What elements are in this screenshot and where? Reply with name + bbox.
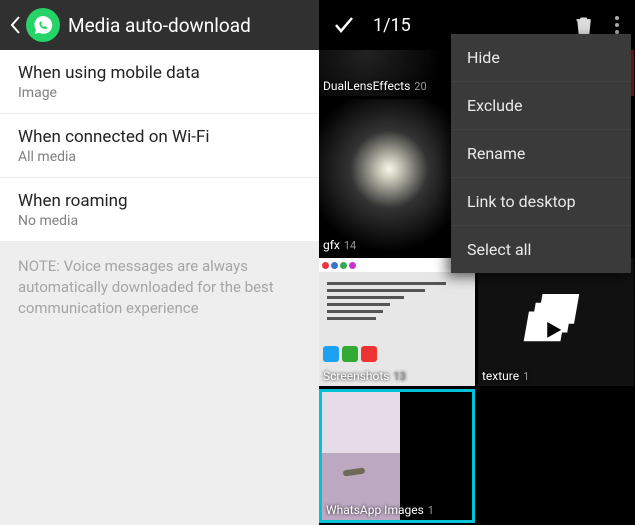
tab-dot-icon — [322, 262, 329, 269]
settings-note: NOTE: Voice messages are always automati… — [0, 242, 319, 333]
setting-mobile-data[interactable]: When using mobile data Image — [0, 50, 319, 114]
back-icon[interactable] — [6, 0, 24, 50]
overflow-menu-icon[interactable] — [605, 16, 629, 34]
screenshot-body — [319, 272, 475, 330]
album-count: 1 — [523, 370, 529, 383]
album-screenshots[interactable]: Screenshots 13 — [319, 258, 475, 386]
setting-wifi[interactable]: When connected on Wi-Fi All media — [0, 114, 319, 178]
album-label: gfx 14 — [323, 238, 356, 252]
menu-item-hide[interactable]: Hide — [451, 34, 631, 81]
setting-title: When using mobile data — [18, 63, 301, 83]
tab-dot-icon — [349, 262, 356, 269]
album-label: WhatsApp Images 1 — [326, 503, 434, 517]
context-menu: Hide Exclude Rename Link to desktop Sele… — [451, 34, 631, 273]
album-whatsapp-images-selected[interactable]: WhatsApp Images 1 — [319, 389, 475, 523]
album-name: texture — [482, 369, 519, 383]
delete-icon[interactable] — [569, 14, 599, 36]
tab-dot-icon — [340, 262, 347, 269]
setting-title: When roaming — [18, 191, 301, 211]
app-icon — [342, 346, 358, 362]
album-label: DualLensEffects 20 — [323, 79, 427, 93]
page-title: Media auto-download — [68, 14, 251, 37]
app-icon — [323, 346, 339, 362]
album-label: Screenshots 13 — [323, 369, 406, 383]
gallery-pane: 1/15 RADIO ROMAN DualLensEffects 20 — [319, 0, 635, 525]
whatsapp-header: Media auto-download — [0, 0, 319, 50]
album-name: DualLensEffects — [323, 79, 410, 93]
tab-dot-icon — [331, 262, 338, 269]
play-stack-icon — [521, 287, 591, 357]
album-name: Screenshots — [323, 369, 389, 383]
album-count: 14 — [344, 239, 356, 252]
whatsapp-settings-pane: Media auto-download When using mobile da… — [0, 0, 319, 525]
menu-item-link[interactable]: Link to desktop — [451, 177, 631, 225]
album-name: gfx — [323, 238, 340, 252]
album-count: 1 — [428, 504, 434, 517]
menu-item-rename[interactable]: Rename — [451, 129, 631, 177]
album-label: texture 1 — [482, 369, 529, 383]
album-count: 20 — [414, 80, 426, 93]
settings-list: When using mobile data Image When connec… — [0, 50, 319, 242]
setting-title: When connected on Wi-Fi — [18, 127, 301, 147]
app-icon — [361, 346, 377, 362]
setting-subtitle: All media — [18, 149, 301, 165]
setting-roaming[interactable]: When roaming No media — [0, 178, 319, 242]
album-count: 13 — [393, 370, 405, 383]
album-texture[interactable]: texture 1 — [478, 258, 634, 386]
photo-thumbnail — [322, 392, 472, 520]
selection-counter: 1/15 — [373, 15, 569, 36]
done-check-icon[interactable] — [329, 10, 359, 40]
album-name: WhatsApp Images — [326, 503, 424, 517]
setting-subtitle: Image — [18, 85, 301, 101]
screenshot-app-icons — [323, 346, 377, 362]
whatsapp-logo-icon — [26, 8, 60, 42]
setting-subtitle: No media — [18, 213, 301, 229]
menu-item-exclude[interactable]: Exclude — [451, 81, 631, 129]
menu-item-selectall[interactable]: Select all — [451, 225, 631, 273]
